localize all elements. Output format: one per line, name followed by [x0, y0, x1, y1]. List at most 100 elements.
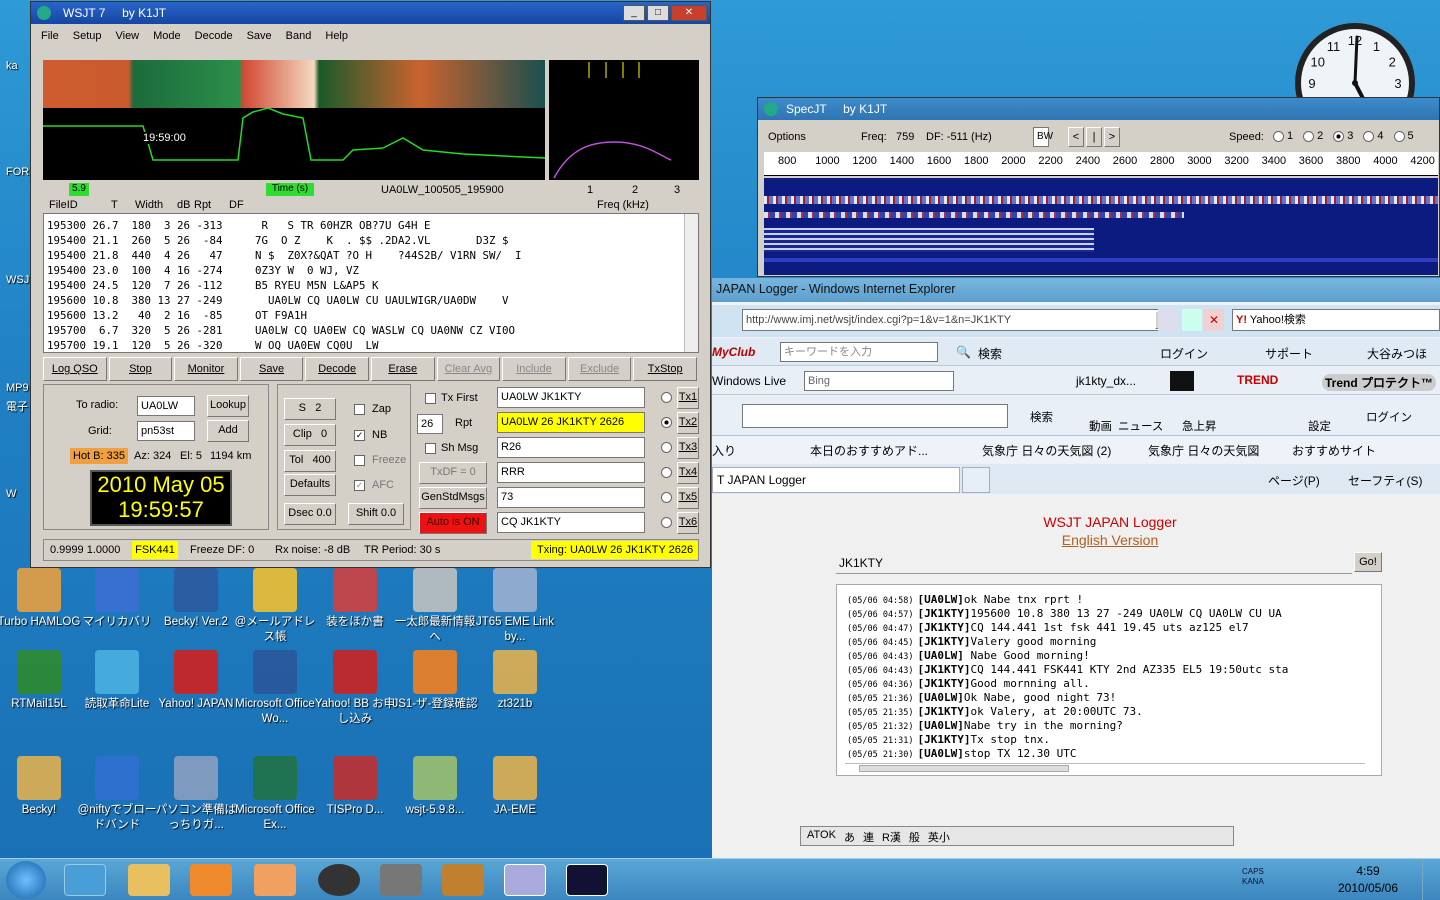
- tx-button-4[interactable]: Tx4: [677, 462, 699, 484]
- save-button[interactable]: Save: [239, 357, 304, 381]
- windows-live-link[interactable]: Windows Live: [712, 374, 786, 388]
- tx-button-1[interactable]: Tx1: [677, 387, 699, 409]
- left-edge-label[interactable]: FOR: [6, 166, 29, 178]
- wsjt-titlebar[interactable]: WSJT 7 by K1JT _ □ ✕: [31, 2, 710, 24]
- decode-text-area[interactable]: 195300 26.7 180 3 26 -313 R S TR 60HZR O…: [43, 213, 699, 353]
- center-button[interactable]: |: [1086, 127, 1102, 147]
- app2-taskbar-icon[interactable]: [318, 864, 360, 896]
- gen-std-msgs-button[interactable]: GenStdMsgs: [419, 487, 487, 509]
- desktop-icon[interactable]: zt321b: [472, 650, 558, 712]
- wsjt-taskbar-icon[interactable]: [566, 864, 608, 896]
- google-search-button[interactable]: 検索: [1030, 409, 1053, 425]
- close-button[interactable]: ✕: [671, 5, 707, 21]
- keyword-input[interactable]: キーワードを入力: [780, 342, 938, 362]
- desktop-icon[interactable]: 装をほか書: [312, 568, 398, 630]
- left-edge-label[interactable]: WSJ: [6, 274, 29, 286]
- favorites-item[interactable]: 入り: [712, 442, 736, 459]
- dsec-button[interactable]: Dsec 0.0: [284, 503, 336, 525]
- shift-button[interactable]: Shift 0.0: [348, 503, 404, 525]
- desktop-icon[interactable]: Microsoft Office Wo...: [232, 650, 318, 727]
- desktop-icon[interactable]: wsjt-5.9.8...: [392, 756, 478, 818]
- trend-protect-button[interactable]: Trend プロテクト™: [1322, 374, 1437, 391]
- maximize-button[interactable]: □: [647, 5, 669, 21]
- callsign-input[interactable]: JK1KTY: [836, 552, 1352, 574]
- log-qso-button[interactable]: Log QSO: [43, 357, 107, 381]
- ie-taskbar-icon[interactable]: [64, 864, 106, 896]
- decode-button[interactable]: Decode: [305, 357, 369, 381]
- erase-button[interactable]: Erase: [371, 357, 435, 381]
- afc-checkbox[interactable]: ✓: [354, 480, 365, 491]
- google-input[interactable]: [742, 404, 1008, 428]
- grid-input[interactable]: pn53st: [137, 421, 195, 441]
- tx-message-3[interactable]: R26: [497, 437, 645, 458]
- left-button[interactable]: <: [1068, 127, 1084, 147]
- desktop-icon[interactable]: 一太郎最新情報へ: [392, 568, 478, 645]
- ime-indicator[interactable]: CAPS KANA: [1200, 863, 1270, 895]
- clear-avg-button[interactable]: Clear Avg: [436, 357, 501, 381]
- compat-icon[interactable]: [1158, 309, 1178, 331]
- ime-item[interactable]: ATOK: [807, 829, 836, 845]
- desktop-icon[interactable]: JA-EME: [472, 756, 558, 818]
- specjt-titlebar[interactable]: SpecJT by K1JT: [758, 98, 1439, 120]
- color-swatch-icon[interactable]: [1170, 371, 1194, 391]
- address-input[interactable]: http://www.imj.net/wsjt/index.cgi?p=1&v=…: [742, 309, 1172, 331]
- menu-view[interactable]: View: [115, 30, 139, 42]
- tx-radio-1[interactable]: [661, 392, 672, 403]
- left-edge-label[interactable]: 電子: [6, 398, 28, 414]
- zap-checkbox[interactable]: [354, 404, 365, 415]
- tx-message-6[interactable]: CQ JK1KTY: [497, 512, 645, 533]
- s-control[interactable]: S 2: [284, 398, 336, 420]
- auto-button[interactable]: Auto is ON: [419, 512, 487, 534]
- active-tab[interactable]: T JAPAN Logger: [712, 467, 960, 493]
- desktop-icon[interactable]: Microsoft Office Ex...: [232, 756, 318, 833]
- menu-file[interactable]: File: [41, 30, 59, 42]
- app4-taskbar-icon[interactable]: [442, 864, 484, 896]
- user-name-button[interactable]: 大谷みつほ: [1367, 345, 1427, 362]
- start-button[interactable]: [6, 861, 46, 899]
- desktop-icon[interactable]: JS1-ザ-登録確認: [392, 650, 478, 712]
- app5-taskbar-icon[interactable]: [504, 864, 546, 896]
- desktop-icon[interactable]: マイリカバリ: [74, 568, 160, 630]
- menu-help[interactable]: Help: [325, 30, 348, 42]
- app-taskbar-icon[interactable]: [254, 864, 296, 896]
- desktop-icon[interactable]: 読取革命Lite: [74, 650, 160, 712]
- new-tab-button[interactable]: [962, 467, 990, 493]
- refresh-icon[interactable]: [1182, 309, 1202, 331]
- nb-checkbox[interactable]: ✓: [354, 430, 365, 441]
- tx-radio-4[interactable]: [661, 467, 672, 478]
- support-button[interactable]: サポート: [1265, 345, 1313, 362]
- to-radio-input[interactable]: UA0LW: [137, 396, 195, 416]
- myclub-link[interactable]: MyClub: [712, 345, 755, 359]
- menu-save[interactable]: Save: [247, 30, 272, 42]
- menu-band[interactable]: Band: [286, 30, 312, 42]
- menu-decode[interactable]: Decode: [195, 30, 233, 42]
- tx-message-4[interactable]: RRR: [497, 462, 645, 483]
- desktop-icon[interactable]: RTMail15L: [0, 650, 82, 712]
- add-button[interactable]: Add: [207, 420, 249, 442]
- minimize-button[interactable]: _: [623, 5, 645, 21]
- left-edge-label[interactable]: MP9: [6, 382, 29, 394]
- speed-option[interactable]: 3: [1333, 130, 1353, 142]
- app3-taskbar-icon[interactable]: [380, 864, 422, 896]
- desktop-icon[interactable]: Becky!: [0, 756, 82, 818]
- left-edge-label[interactable]: W: [6, 488, 16, 500]
- options-menu[interactable]: Options: [768, 131, 806, 143]
- tx-radio-6[interactable]: [661, 517, 672, 528]
- settings-button[interactable]: 設定: [1308, 418, 1331, 434]
- tol-control[interactable]: Tol 400: [284, 450, 336, 472]
- ie-titlebar[interactable]: JAPAN Logger - Windows Internet Explorer: [712, 278, 1440, 302]
- speed-radio[interactable]: [1333, 130, 1345, 142]
- desktop-icon[interactable]: @niftyでブロードバンド: [74, 756, 160, 833]
- ime-item[interactable]: 般: [909, 829, 920, 845]
- desktop-icon[interactable]: Yahoo! BB お申し込み: [312, 650, 398, 727]
- news-button[interactable]: ニュース: [1118, 418, 1163, 434]
- tx-button-6[interactable]: Tx6: [677, 512, 699, 534]
- speed-option[interactable]: 2: [1303, 130, 1323, 142]
- favorites-item[interactable]: 本日のおすすめアド...: [810, 442, 928, 459]
- sh-msg-checkbox[interactable]: [425, 443, 436, 454]
- google-login-button[interactable]: ログイン: [1366, 409, 1412, 425]
- clip-control[interactable]: Clip 0: [284, 424, 336, 446]
- jk1kty-tab[interactable]: jk1kty_dx...: [1076, 374, 1136, 388]
- trending-button[interactable]: 急上昇: [1182, 418, 1217, 434]
- tx-radio-3[interactable]: [661, 442, 672, 453]
